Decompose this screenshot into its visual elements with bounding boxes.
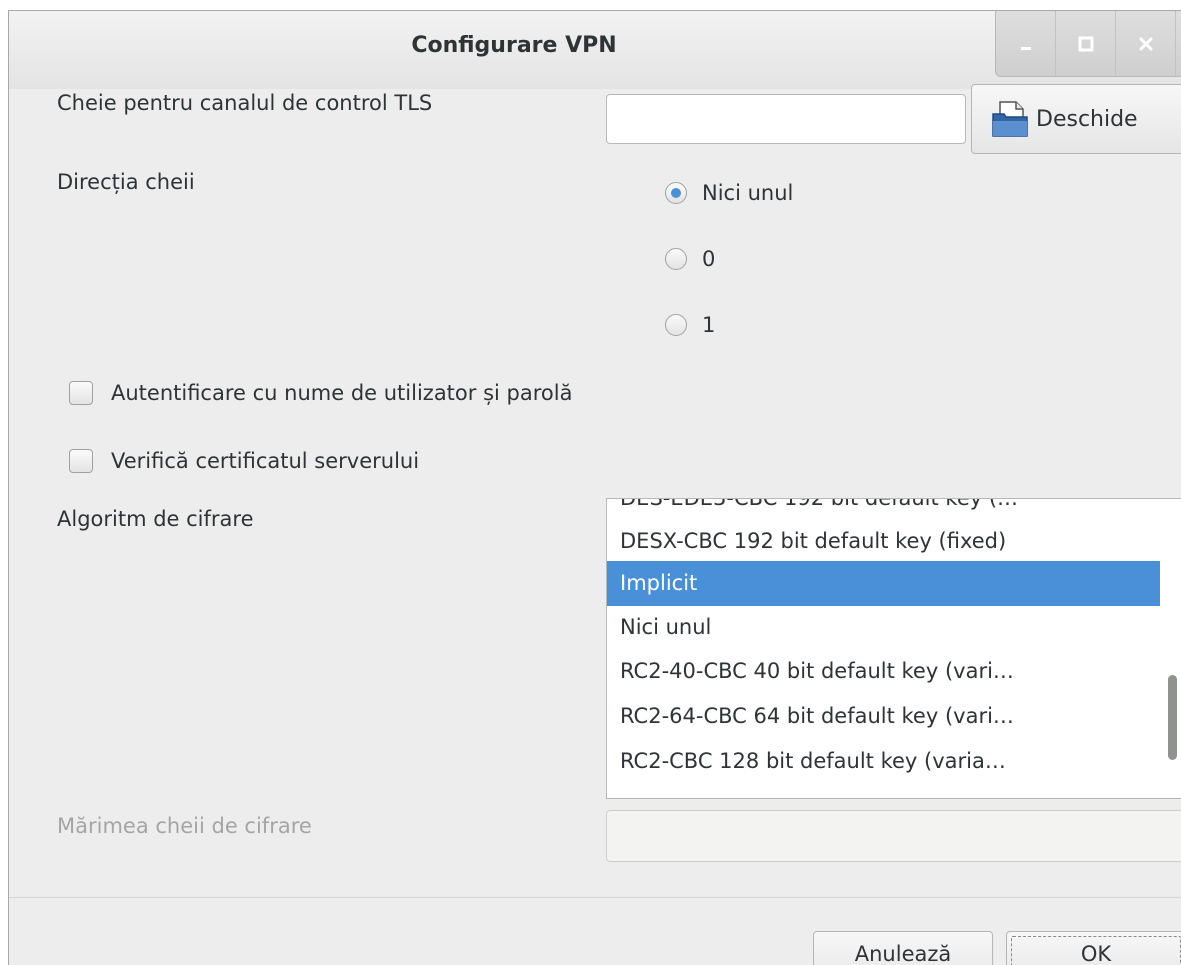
ok-button-label: OK [1080, 942, 1112, 965]
minimize-button[interactable] [996, 11, 1056, 76]
vpn-config-dialog: Configurare VPN Cheie pentru canalul de … [8, 10, 1181, 965]
cipher-option-selected[interactable]: Implicit [607, 561, 1160, 606]
open-file-button[interactable]: Deschide [971, 84, 1181, 154]
radio-button[interactable] [665, 314, 687, 336]
radio-direction-0[interactable]: 0 [665, 247, 715, 271]
cipher-option[interactable]: RC2-64-CBC 64 bit default key (vari… [607, 694, 1160, 739]
minimize-icon [1020, 46, 1031, 50]
checkbox-box[interactable] [69, 381, 93, 405]
checkbox-box[interactable] [69, 449, 93, 473]
radio-button[interactable] [665, 248, 687, 270]
cipher-label: Algoritm de cifrare [57, 507, 254, 531]
radio-button-checked[interactable] [665, 182, 687, 204]
title-bar[interactable]: Configurare VPN [9, 11, 1181, 89]
ok-button[interactable]: OK [1006, 931, 1181, 965]
maximize-icon [1078, 36, 1093, 51]
scrollbar-thumb[interactable] [1168, 675, 1177, 760]
window-controls [995, 11, 1181, 77]
cipher-list[interactable]: DES-EDE3-CBC 192 bit default key (… DESX… [606, 498, 1181, 799]
checkbox-label: Verifică certificatul serverului [111, 449, 420, 473]
auth-user-password-checkbox[interactable]: Autentificare cu nume de utilizator și p… [69, 381, 572, 405]
verify-server-cert-checkbox[interactable]: Verifică certificatul serverului [69, 449, 419, 473]
tls-key-label: Cheie pentru canalul de control TLS [57, 91, 433, 115]
radio-label: Nici unul [702, 181, 794, 205]
maximize-button[interactable] [1056, 11, 1116, 76]
document-open-icon [992, 101, 1028, 137]
open-button-label: Deschide [1036, 106, 1138, 132]
tls-key-field[interactable] [606, 94, 966, 144]
cipher-option[interactable]: DESX-CBC 192 bit default key (fixed) [607, 519, 1160, 564]
key-size-label: Mărimea cheii de cifrare [57, 814, 312, 838]
radio-direction-none[interactable]: Nici unul [665, 181, 793, 205]
cipher-option[interactable]: RC2-CBC 128 bit default key (varia… [607, 739, 1160, 784]
radio-direction-1[interactable]: 1 [665, 313, 715, 337]
radio-label: 0 [702, 247, 716, 271]
cipher-option[interactable]: RC2-40-CBC 40 bit default key (vari… [607, 649, 1160, 694]
key-direction-label: Direcția cheii [57, 170, 195, 194]
separator [9, 897, 1181, 898]
key-size-field [606, 810, 1181, 862]
cancel-button[interactable]: Anulează [813, 931, 993, 965]
checkbox-label: Autentificare cu nume de utilizator și p… [111, 381, 573, 405]
cipher-option[interactable]: DES-EDE3-CBC 192 bit default key (… [607, 499, 1160, 521]
close-button[interactable] [1116, 11, 1176, 76]
radio-label: 1 [702, 313, 716, 337]
close-icon [1139, 37, 1152, 50]
cipher-option[interactable]: Nici unul [607, 605, 1160, 650]
window-title: Configurare VPN [411, 33, 617, 58]
